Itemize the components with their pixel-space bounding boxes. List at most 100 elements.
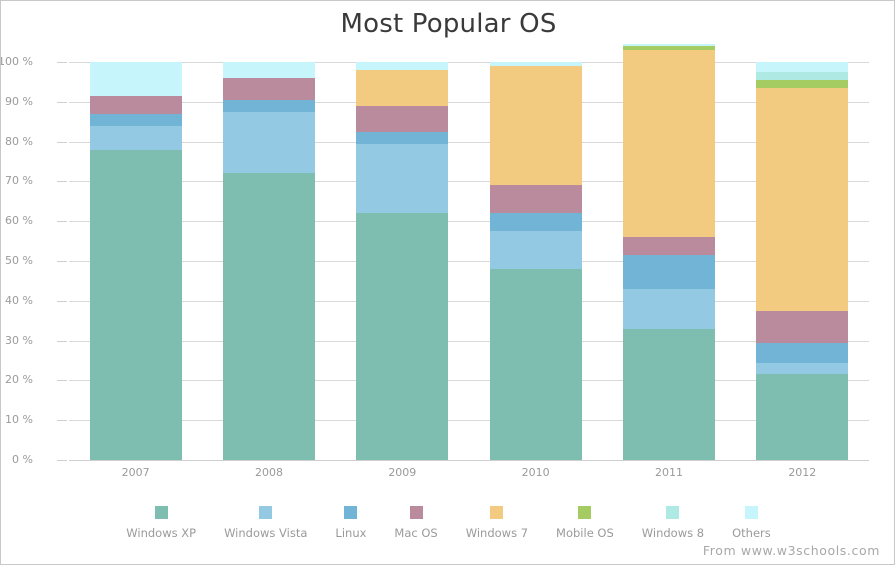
y-axis-tick-mark <box>57 300 67 302</box>
legend-swatch <box>344 506 358 519</box>
y-axis-tick-mark <box>57 380 67 382</box>
stacked-bar[interactable] <box>756 62 849 460</box>
y-axis-tick-label: 60 % <box>5 214 33 228</box>
bar-group: 2009 <box>336 62 469 479</box>
legend-item[interactable]: Others <box>718 506 785 540</box>
x-axis-tick-label: 2012 <box>788 466 817 479</box>
y-axis-tick-label: 0 % <box>12 453 33 466</box>
bar-segment[interactable] <box>89 125 182 150</box>
y-axis-tick-label: 40 % <box>5 293 33 307</box>
bar-segment[interactable] <box>622 288 715 329</box>
legend-item[interactable]: Windows Vista <box>210 506 321 540</box>
y-axis-tick-mark <box>57 141 67 143</box>
bar-group: 2011 <box>602 44 735 479</box>
legend-label: Mac OS <box>394 526 438 540</box>
x-axis-tick-label: 2011 <box>654 466 683 479</box>
bar-segment[interactable] <box>489 66 582 186</box>
y-axis-tick-mark <box>57 261 67 262</box>
stacked-bar[interactable] <box>89 62 182 460</box>
plot-area: 0 % 10 % 20 % 30 % 40 % 50 % 60 % 70 % 80 % 90 % 1… <box>1 44 869 479</box>
y-axis-tick-label: 70 % <box>5 174 33 188</box>
y-axis-tick-label: 90 % <box>5 94 33 108</box>
bar-segment[interactable] <box>89 149 182 460</box>
legend-swatch <box>490 506 504 519</box>
bar-segment[interactable] <box>356 69 449 106</box>
bar-segment[interactable] <box>222 77 315 100</box>
bar-segment[interactable] <box>756 62 849 72</box>
bar-group: 2008 <box>202 62 335 479</box>
bar-segment[interactable] <box>756 87 849 311</box>
bar-segment[interactable] <box>622 50 715 238</box>
bar-segment[interactable] <box>222 62 315 78</box>
y-axis-tick-mark <box>57 460 67 461</box>
bar-segment[interactable] <box>356 105 449 132</box>
bar-segment[interactable] <box>756 374 849 460</box>
stacked-bar[interactable] <box>356 62 449 460</box>
bar-segment[interactable] <box>356 143 449 214</box>
y-axis-tick-mark <box>57 181 67 183</box>
bar-segment[interactable] <box>89 95 182 114</box>
x-axis-tick-label: 2008 <box>254 466 283 479</box>
bar-segment[interactable] <box>622 328 715 460</box>
legend-swatch <box>666 506 680 519</box>
legend-item[interactable]: Windows XP <box>112 506 210 540</box>
stacked-bar[interactable] <box>622 44 715 460</box>
y-axis-tick-mark <box>57 340 67 342</box>
bar-segment[interactable] <box>489 231 582 269</box>
legend-label: Linux <box>335 526 367 540</box>
legend-label: Windows XP <box>126 526 197 540</box>
bar-segment[interactable] <box>756 342 849 363</box>
y-axis-tick-mark <box>57 420 67 422</box>
legend-swatch <box>578 506 592 519</box>
bar-segment[interactable] <box>756 310 849 343</box>
bar-segment[interactable] <box>356 131 449 144</box>
stacked-bar[interactable] <box>222 62 315 460</box>
bar-segment[interactable] <box>222 173 315 460</box>
bar-segment[interactable] <box>489 213 582 232</box>
bar-segment[interactable] <box>89 62 182 96</box>
chart-title: Most Popular OS <box>340 9 557 39</box>
y-axis-tick-label: 50 % <box>5 254 33 267</box>
legend-swatch <box>744 506 758 519</box>
bar-segment[interactable] <box>622 237 715 256</box>
bar-segment[interactable] <box>489 268 582 460</box>
legend-label: Windows Vista <box>224 526 308 540</box>
legend-item[interactable]: Windows 8 <box>628 506 718 540</box>
bar-segment[interactable] <box>622 46 715 51</box>
credit-text: From www.w3schools.com <box>702 543 880 558</box>
bar-segment[interactable] <box>756 79 849 88</box>
bar-segment[interactable] <box>622 255 715 289</box>
legend-item[interactable]: Linux <box>321 506 380 540</box>
x-axis-tick-label: 2009 <box>388 466 417 479</box>
legend-label: Mobile OS <box>556 526 614 540</box>
bar-segment[interactable] <box>489 62 582 66</box>
legend-label: Windows 7 <box>465 526 529 540</box>
y-axis-tick-label: 30 % <box>5 333 33 347</box>
bar-segment[interactable] <box>356 62 449 70</box>
bar-segment[interactable] <box>222 111 315 174</box>
y-axis-tick-label: 10 % <box>5 413 33 427</box>
x-axis-tick-label: 2007 <box>121 466 150 479</box>
bar-segment[interactable] <box>622 44 715 47</box>
legend-item[interactable]: Mac OS <box>380 506 451 540</box>
bar-group: 2012 <box>736 62 869 479</box>
bar-segment[interactable] <box>489 185 582 214</box>
legend-item[interactable]: Windows 7 <box>452 506 542 540</box>
bar-group: 2007 <box>69 62 202 479</box>
chart-container: Most Popular OS 0 % 10 % 20 % 30 % 40 % 50 % 6… <box>0 0 895 565</box>
y-axis-tick-mark <box>57 221 67 223</box>
bar-segment[interactable] <box>89 113 182 126</box>
bar-segment[interactable] <box>222 99 315 112</box>
bar-segment[interactable] <box>356 213 449 460</box>
legend-item[interactable]: Mobile OS <box>542 506 628 540</box>
y-axis-tick-label: 20 % <box>5 373 33 387</box>
bar-group: 2010 <box>469 62 602 479</box>
y-axis-tick-label: 100 % <box>0 55 33 68</box>
bar-segment[interactable] <box>756 71 849 80</box>
bar-segment[interactable] <box>756 362 849 375</box>
stacked-bar[interactable] <box>489 62 582 460</box>
legend-label: Windows 8 <box>641 526 705 540</box>
gridline <box>69 460 869 461</box>
y-axis-tick-mark <box>57 62 67 63</box>
legend-label: Others <box>732 526 771 540</box>
